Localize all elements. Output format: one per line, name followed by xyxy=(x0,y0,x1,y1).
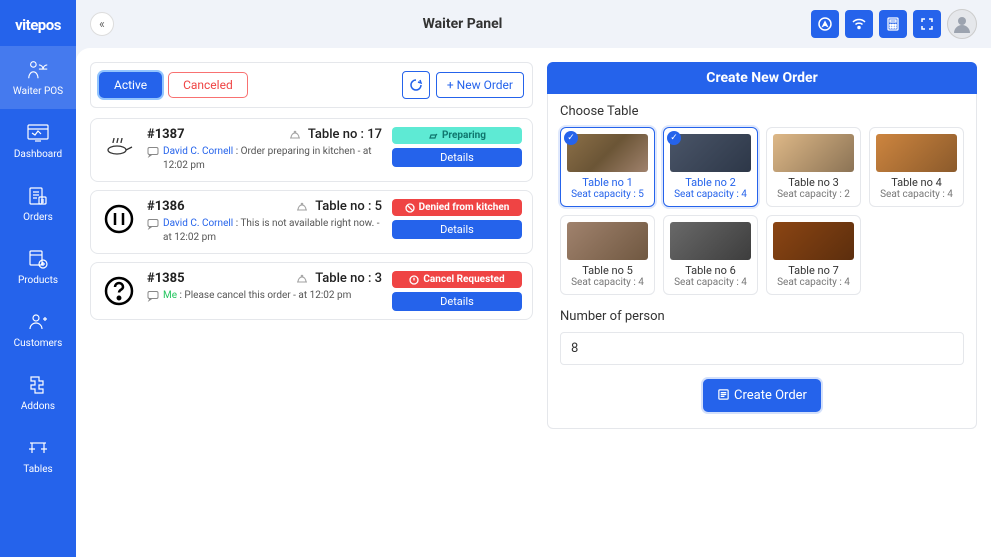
table-card[interactable]: Table no 7 Seat capacity : 4 xyxy=(766,215,861,295)
order-message: David C. Cornell : Order preparing in ki… xyxy=(147,145,382,173)
nav-customers[interactable]: Customers xyxy=(0,298,76,361)
create-order-header: Create New Order xyxy=(547,62,977,94)
person-label: Number of person xyxy=(560,309,964,324)
table-image xyxy=(773,222,854,260)
order-table: Table no : 17 xyxy=(288,127,382,142)
products-icon xyxy=(26,247,50,271)
table-card[interactable]: Table no 5 Seat capacity : 4 xyxy=(560,215,655,295)
nav-label: Waiter POS xyxy=(13,86,63,97)
collapse-sidebar-button[interactable]: « xyxy=(90,12,114,36)
tab-active[interactable]: Active xyxy=(99,72,162,98)
nav-label: Orders xyxy=(23,212,53,223)
details-button[interactable]: Details xyxy=(392,148,522,167)
app-logo: vitepos xyxy=(15,8,61,46)
nav-label: Addons xyxy=(21,401,55,412)
table-name: Table no 5 xyxy=(567,264,648,277)
person-input[interactable] xyxy=(560,332,964,365)
nav-label: Tables xyxy=(23,464,52,475)
table-image xyxy=(670,134,751,172)
waiter-pos-icon xyxy=(26,58,50,82)
order-id: #1385 xyxy=(147,271,185,286)
table-name: Table no 1 xyxy=(567,176,648,189)
nav-label: Dashboard xyxy=(14,149,62,160)
choose-table-label: Choose Table xyxy=(560,104,964,119)
table-card[interactable]: ✓ Table no 2 Seat capacity : 4 xyxy=(663,127,758,207)
question-icon xyxy=(101,273,137,309)
table-image xyxy=(773,134,854,172)
table-image xyxy=(567,222,648,260)
table-name: Table no 2 xyxy=(670,176,751,189)
table-capacity: Seat capacity : 4 xyxy=(773,277,854,288)
nav-waiter-pos[interactable]: Waiter POS xyxy=(0,46,76,109)
table-capacity: Seat capacity : 4 xyxy=(567,277,648,288)
order-card: #1385 Table no : 3 Me : Please cancel th… xyxy=(90,262,533,320)
calculator-icon[interactable] xyxy=(879,10,907,38)
status-badge: Denied from kitchen xyxy=(392,199,522,216)
table-capacity: Seat capacity : 5 xyxy=(567,189,648,200)
order-message: Me : Please cancel this order - at 12:02… xyxy=(147,289,382,303)
check-icon: ✓ xyxy=(564,131,578,145)
table-card[interactable]: Table no 3 Seat capacity : 2 xyxy=(766,127,861,207)
addons-icon xyxy=(26,373,50,397)
check-icon: ✓ xyxy=(667,131,681,145)
details-button[interactable]: Details xyxy=(392,292,522,311)
order-table: Table no : 5 xyxy=(295,199,382,214)
table-card[interactable]: Table no 4 Seat capacity : 4 xyxy=(869,127,964,207)
table-card[interactable]: ✓ Table no 1 Seat capacity : 5 xyxy=(560,127,655,207)
order-message: David C. Cornell : This is not available… xyxy=(147,217,382,245)
nav-label: Customers xyxy=(14,338,63,349)
table-name: Table no 7 xyxy=(773,264,854,277)
table-capacity: Seat capacity : 2 xyxy=(773,189,854,200)
table-image xyxy=(567,134,648,172)
nav-dashboard[interactable]: Dashboard xyxy=(0,109,76,172)
details-button[interactable]: Details xyxy=(392,220,522,239)
order-card: #1387 Table no : 17 David C. Cornell : O… xyxy=(90,118,533,182)
cooking-icon xyxy=(101,129,137,165)
compass-icon[interactable] xyxy=(811,10,839,38)
filter-bar: Active Canceled + New Order xyxy=(90,62,533,108)
table-capacity: Seat capacity : 4 xyxy=(670,277,751,288)
orders-icon xyxy=(26,184,50,208)
tables-icon xyxy=(26,436,50,460)
order-table: Table no : 3 xyxy=(295,271,382,286)
table-image xyxy=(670,222,751,260)
order-card: #1386 Table no : 5 David C. Cornell : Th… xyxy=(90,190,533,254)
create-order-button[interactable]: Create Order xyxy=(703,379,821,412)
new-order-button[interactable]: + New Order xyxy=(436,72,524,98)
nav-products[interactable]: Products xyxy=(0,235,76,298)
table-image xyxy=(876,134,957,172)
dashboard-icon xyxy=(26,121,50,145)
table-capacity: Seat capacity : 4 xyxy=(876,189,957,200)
page-title: Waiter Panel xyxy=(423,16,503,32)
table-capacity: Seat capacity : 4 xyxy=(670,189,751,200)
user-avatar[interactable] xyxy=(947,9,977,39)
customers-icon xyxy=(26,310,50,334)
table-name: Table no 3 xyxy=(773,176,854,189)
nav-addons[interactable]: Addons xyxy=(0,361,76,424)
nav-orders[interactable]: Orders xyxy=(0,172,76,235)
pause-icon xyxy=(101,201,137,237)
table-name: Table no 6 xyxy=(670,264,751,277)
nav-label: Products xyxy=(18,275,58,286)
nav-tables[interactable]: Tables xyxy=(0,424,76,487)
table-card[interactable]: Table no 6 Seat capacity : 4 xyxy=(663,215,758,295)
tab-canceled[interactable]: Canceled xyxy=(168,72,248,98)
order-id: #1387 xyxy=(147,127,185,142)
fullscreen-icon[interactable] xyxy=(913,10,941,38)
wifi-icon[interactable] xyxy=(845,10,873,38)
refresh-button[interactable] xyxy=(402,71,430,99)
status-badge: Cancel Requested xyxy=(392,271,522,288)
order-id: #1386 xyxy=(147,199,185,214)
status-badge: Preparing xyxy=(392,127,522,144)
table-name: Table no 4 xyxy=(876,176,957,189)
